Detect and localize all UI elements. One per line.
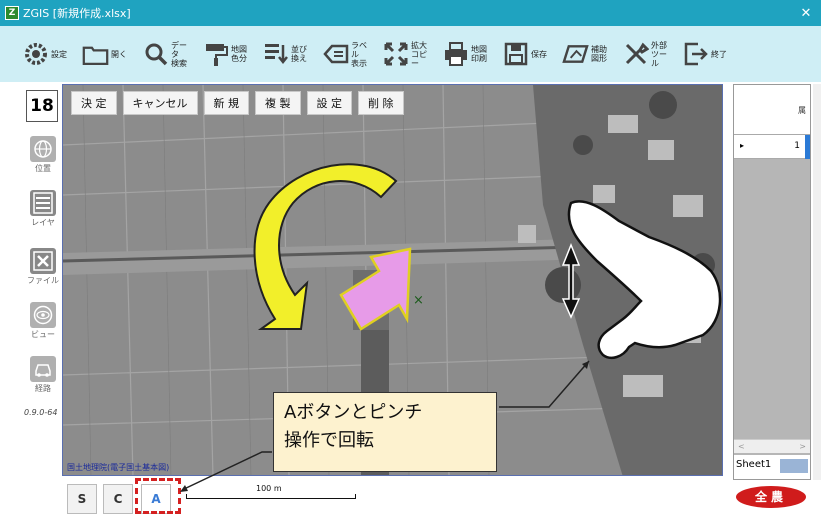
exit-icon	[682, 41, 709, 68]
sheet-tab-label: Sheet1	[736, 459, 772, 470]
mode-s-button[interactable]: S	[67, 484, 97, 514]
duplicate-button[interactable]: 複 製	[255, 91, 301, 115]
data-search-button[interactable]: データ 検索	[142, 41, 193, 68]
scroll-right-icon[interactable]: >	[799, 442, 806, 451]
delete-button[interactable]: 削 除	[358, 91, 404, 115]
main-toolbar: 設定 開く データ 検索 地図 色分 並び 換え ラベル 表示 拡大 コピー 地…	[0, 26, 821, 82]
paint-roller-icon	[202, 41, 229, 68]
mode-c-button[interactable]: C	[103, 484, 133, 514]
callout-line-1: Aボタンとピンチ	[284, 402, 423, 423]
row-pointer-icon: ▸	[740, 141, 745, 150]
sort-button[interactable]: 並び 換え	[262, 41, 313, 68]
toolbar-label: データ 検索	[171, 40, 187, 68]
vertical-scrollbar[interactable]	[813, 84, 821, 480]
external-tools-button[interactable]: 外部 ツール	[622, 41, 673, 68]
attribute-panel: 属 ▸ 1 < > Sheet1	[733, 84, 811, 480]
toolbar-label: 終了	[711, 49, 727, 59]
sort-icon	[262, 41, 289, 68]
window-title: ZGIS [新規作成.xlsx]	[23, 7, 131, 20]
toolbar-label: 開く	[111, 49, 127, 59]
shape-icon	[562, 41, 589, 68]
app-window: Z ZGIS [新規作成.xlsx] ✕ 設定 開く データ 検索 地図 色分 …	[0, 0, 821, 514]
selection-indicator	[805, 135, 810, 159]
close-button[interactable]: ✕	[791, 6, 821, 21]
expand-icon	[382, 41, 409, 68]
eye-icon	[30, 302, 56, 328]
row-value: 1	[794, 141, 800, 151]
toolbar-label: 拡大 コピー	[411, 40, 427, 68]
folder-icon	[82, 41, 109, 68]
toolbar-label: 外部 ツール	[651, 40, 667, 68]
tools-icon	[622, 41, 649, 68]
title-bar: Z ZGIS [新規作成.xlsx] ✕	[0, 0, 821, 26]
route-button[interactable]: 経路	[26, 356, 60, 394]
view-button[interactable]: ビュー	[26, 302, 60, 340]
layers-icon	[30, 190, 56, 216]
label-icon	[322, 41, 349, 68]
car-icon	[30, 356, 56, 382]
layer-button[interactable]: レイヤ	[26, 190, 60, 228]
globe-icon	[30, 136, 56, 162]
file-x-icon	[30, 248, 56, 274]
toolbar-label: 並び 換え	[291, 45, 307, 63]
printer-icon	[442, 41, 469, 68]
file-button[interactable]: ファイル	[26, 248, 60, 286]
toolbar-label: 設定	[51, 49, 67, 59]
toolbar-label: ラベル 表示	[351, 40, 367, 68]
rail-label: 位置	[35, 164, 51, 173]
left-rail: 18 位置 レイヤ ファイル ビュー 経路 0.9.0-64	[22, 82, 60, 514]
rail-label: ファイル	[27, 276, 59, 285]
sheet-tab-color	[780, 459, 808, 473]
horizontal-scrollbar[interactable]: < >	[734, 439, 810, 453]
aux-shape-button[interactable]: 補助 図形	[562, 41, 613, 68]
rail-label: 経路	[35, 384, 51, 393]
settings-map-button[interactable]: 設 定	[306, 91, 352, 115]
toolbar-label: 保存	[531, 49, 547, 59]
toolbar-label: 地図 印刷	[471, 45, 487, 63]
company-logo: 全農	[736, 486, 806, 508]
cancel-button[interactable]: キャンセル	[122, 91, 198, 115]
save-icon	[502, 41, 529, 68]
gear-icon	[22, 41, 49, 68]
sheet-tab[interactable]: Sheet1	[734, 455, 810, 479]
rail-label: ビュー	[31, 330, 55, 339]
map-credit: 国土地理院(電子国土基本図)	[67, 463, 170, 472]
callout-line-2: 操作で回転	[284, 430, 374, 451]
search-icon	[142, 41, 169, 68]
app-logo-icon: Z	[5, 6, 19, 20]
map-color-button[interactable]: 地図 色分	[202, 41, 253, 68]
toolbar-label: 地図 色分	[231, 45, 247, 63]
expand-copy-button[interactable]: 拡大 コピー	[382, 41, 433, 68]
instruction-callout: Aボタンとピンチ 操作で回転	[273, 392, 497, 472]
save-button[interactable]: 保存	[502, 41, 553, 68]
exit-button[interactable]: 終了	[682, 41, 733, 68]
label-display-button[interactable]: ラベル 表示	[322, 41, 373, 68]
settings-button[interactable]: 設定	[22, 41, 73, 68]
map-print-button[interactable]: 地図 印刷	[442, 41, 493, 68]
scroll-left-icon[interactable]: <	[738, 442, 745, 451]
attribute-header: 属	[734, 85, 810, 135]
version-label: 0.9.0-64	[24, 408, 58, 417]
scale-bar	[186, 494, 356, 499]
map-action-bar: 決 定 キャンセル 新 規 複 製 設 定 削 除	[71, 91, 404, 115]
open-button[interactable]: 開く	[82, 41, 133, 68]
highlight-box	[135, 478, 181, 514]
toolbar-label: 補助 図形	[591, 45, 607, 63]
scale-label: 100 m	[256, 484, 282, 493]
position-button[interactable]: 位置	[26, 136, 60, 174]
zoom-level: 18	[26, 90, 58, 122]
column-header: 属	[798, 106, 806, 115]
table-row[interactable]: ▸ 1	[734, 135, 810, 159]
confirm-button[interactable]: 決 定	[71, 91, 117, 115]
rail-label: レイヤ	[31, 218, 55, 227]
new-button[interactable]: 新 規	[203, 91, 249, 115]
